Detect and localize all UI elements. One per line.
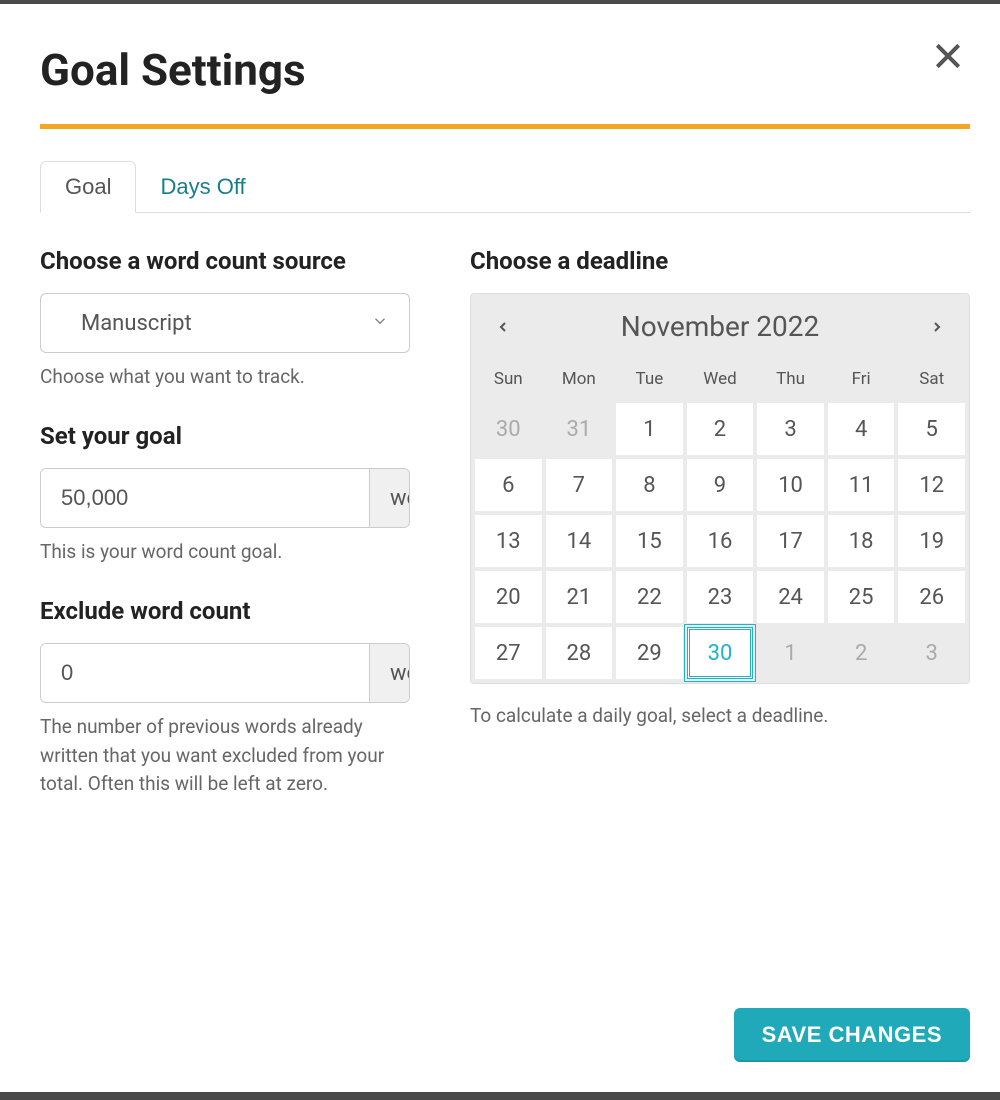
calendar-day[interactable]: 8 bbox=[616, 459, 683, 511]
chevron-left-icon bbox=[495, 319, 511, 335]
calendar-header: November 2022 bbox=[471, 294, 969, 359]
modal-content: Choose a word count source Manuscript Ch… bbox=[40, 245, 970, 1008]
calendar-day[interactable]: 17 bbox=[757, 515, 824, 567]
calendar-day[interactable]: 9 bbox=[687, 459, 754, 511]
calendar-day[interactable]: 11 bbox=[828, 459, 895, 511]
calendar-day-header: Tue bbox=[616, 363, 683, 399]
word-count-source-label: Choose a word count source bbox=[40, 245, 410, 277]
chevron-down-icon bbox=[371, 311, 389, 336]
exclude-group: Exclude word count words The number of p… bbox=[40, 595, 410, 799]
calendar-day-header: Mon bbox=[546, 363, 613, 399]
calendar-prev-button[interactable] bbox=[495, 319, 511, 335]
goal-input[interactable] bbox=[41, 469, 369, 527]
left-column: Choose a word count source Manuscript Ch… bbox=[40, 245, 410, 1008]
calendar-day[interactable]: 30 bbox=[475, 403, 542, 455]
calendar-day-header: Sat bbox=[898, 363, 965, 399]
close-icon bbox=[932, 40, 964, 72]
modal-footer: SAVE CHANGES bbox=[40, 1008, 970, 1062]
right-column: Choose a deadline November 2022 SunMonTu… bbox=[470, 245, 970, 1008]
calendar-day[interactable]: 2 bbox=[687, 403, 754, 455]
calendar-day[interactable]: 10 bbox=[757, 459, 824, 511]
goal-label: Set your goal bbox=[40, 420, 410, 452]
exclude-input-wrapper: words bbox=[40, 643, 410, 703]
calendar-day[interactable]: 16 bbox=[687, 515, 754, 567]
calendar-day[interactable]: 24 bbox=[757, 571, 824, 623]
chevron-right-icon bbox=[929, 319, 945, 335]
exclude-input[interactable] bbox=[41, 644, 369, 702]
word-count-source-select[interactable]: Manuscript bbox=[40, 293, 410, 353]
calendar-day-header: Fri bbox=[828, 363, 895, 399]
calendar-next-button[interactable] bbox=[929, 319, 945, 335]
calendar-day[interactable]: 19 bbox=[898, 515, 965, 567]
calendar-day-header: Wed bbox=[687, 363, 754, 399]
calendar-day[interactable]: 15 bbox=[616, 515, 683, 567]
exclude-help: The number of previous words already wri… bbox=[40, 713, 410, 799]
calendar-day[interactable]: 26 bbox=[898, 571, 965, 623]
word-count-source-group: Choose a word count source Manuscript Ch… bbox=[40, 245, 410, 392]
calendar-day[interactable]: 25 bbox=[828, 571, 895, 623]
calendar-month-label: November 2022 bbox=[621, 310, 819, 343]
deadline-label: Choose a deadline bbox=[470, 245, 970, 277]
calendar-day[interactable]: 5 bbox=[898, 403, 965, 455]
close-button[interactable] bbox=[932, 40, 964, 76]
calendar-day[interactable]: 21 bbox=[546, 571, 613, 623]
exclude-unit: words bbox=[369, 644, 410, 702]
calendar-day[interactable]: 20 bbox=[475, 571, 542, 623]
exclude-label: Exclude word count bbox=[40, 595, 410, 627]
calendar-day[interactable]: 22 bbox=[616, 571, 683, 623]
calendar-day[interactable]: 29 bbox=[616, 627, 683, 679]
calendar-day[interactable]: 23 bbox=[687, 571, 754, 623]
goal-group: Set your goal words This is your word co… bbox=[40, 420, 410, 567]
goal-input-wrapper: words bbox=[40, 468, 410, 528]
calendar-day[interactable]: 6 bbox=[475, 459, 542, 511]
calendar-day[interactable]: 4 bbox=[828, 403, 895, 455]
deadline-help: To calculate a daily goal, select a dead… bbox=[470, 704, 970, 727]
calendar-day[interactable]: 2 bbox=[828, 627, 895, 679]
calendar-day[interactable]: 12 bbox=[898, 459, 965, 511]
calendar-day[interactable]: 30 bbox=[687, 627, 754, 679]
save-changes-button[interactable]: SAVE CHANGES bbox=[734, 1008, 970, 1062]
calendar-day[interactable]: 13 bbox=[475, 515, 542, 567]
tab-goal[interactable]: Goal bbox=[40, 161, 136, 213]
calendar-grid: SunMonTueWedThuFriSat3031123456789101112… bbox=[471, 359, 969, 683]
calendar-day[interactable]: 28 bbox=[546, 627, 613, 679]
calendar-day[interactable]: 3 bbox=[898, 627, 965, 679]
calendar-day[interactable]: 27 bbox=[475, 627, 542, 679]
calendar-day[interactable]: 1 bbox=[757, 627, 824, 679]
goal-unit: words bbox=[369, 469, 410, 527]
calendar-day[interactable]: 3 bbox=[757, 403, 824, 455]
calendar-day[interactable]: 18 bbox=[828, 515, 895, 567]
tab-days-off[interactable]: Days Off bbox=[136, 161, 269, 212]
title-divider bbox=[40, 124, 970, 129]
tabs: Goal Days Off bbox=[40, 161, 970, 213]
deadline-calendar: November 2022 SunMonTueWedThuFriSat30311… bbox=[470, 293, 970, 684]
calendar-day-header: Thu bbox=[757, 363, 824, 399]
word-count-source-value: Manuscript bbox=[81, 311, 192, 336]
modal-title: Goal Settings bbox=[40, 44, 970, 96]
goal-help: This is your word count goal. bbox=[40, 538, 410, 567]
calendar-day[interactable]: 7 bbox=[546, 459, 613, 511]
calendar-day-header: Sun bbox=[475, 363, 542, 399]
goal-settings-modal: Goal Settings Goal Days Off Choose a wor… bbox=[0, 4, 1000, 1092]
calendar-day[interactable]: 1 bbox=[616, 403, 683, 455]
word-count-source-help: Choose what you want to track. bbox=[40, 363, 410, 392]
calendar-day[interactable]: 14 bbox=[546, 515, 613, 567]
calendar-day[interactable]: 31 bbox=[546, 403, 613, 455]
